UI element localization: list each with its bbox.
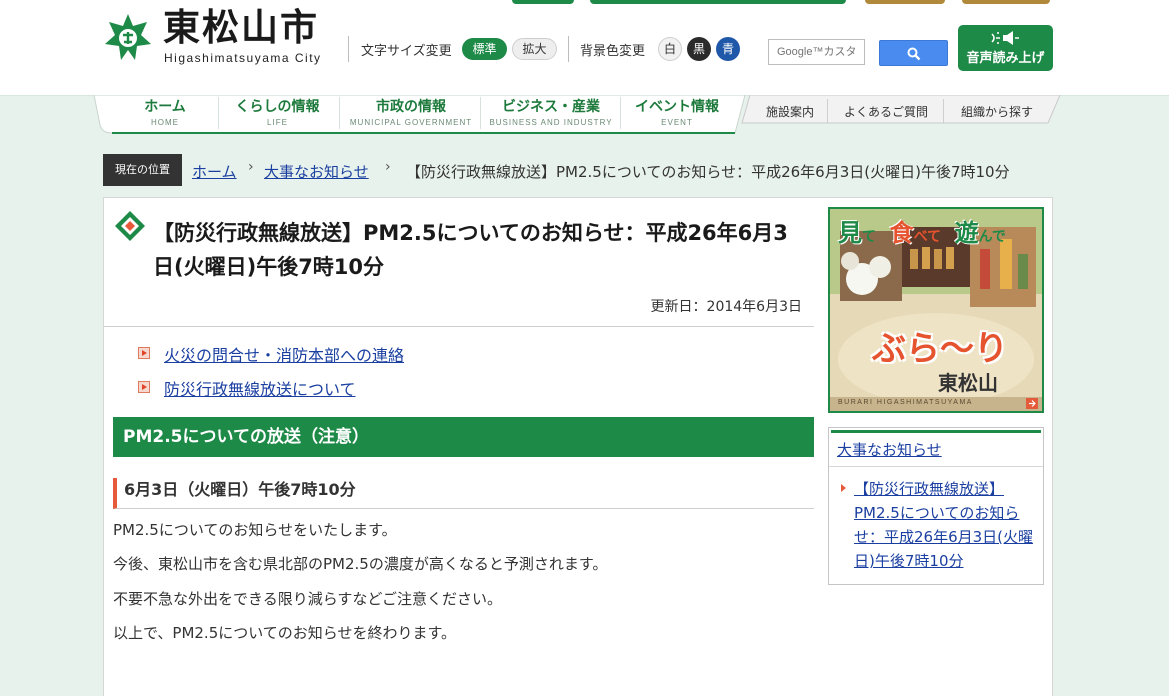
banner-text: 遊 [954, 219, 979, 247]
nav-label: 市政の情報 [376, 99, 446, 115]
banner-brand: ぶら〜り [872, 329, 1008, 369]
breadcrumb-notices-link[interactable]: 大事なお知らせ [264, 161, 369, 182]
top-decoration [512, 0, 574, 4]
banner-text: 食 [889, 219, 914, 247]
nav-sublabel: LIFE [267, 118, 288, 127]
nav-municipal[interactable]: 市政の情報 MUNICIPAL GOVERNMENT [342, 97, 480, 131]
banner-text: べて [913, 229, 942, 245]
nav-sublabel: HOME [151, 118, 179, 127]
paragraph: 不要不急な外出をできる限り減らすなどご注意ください。 [113, 590, 502, 608]
page-title: 【防災行政無線放送】PM2.5についてのお知らせ：平成26年6月3日(火曜日)午… [153, 221, 788, 279]
paragraph: 今後、東松山市を含む県北部のPM2.5の濃度が高くなると予測されます。 [113, 555, 608, 573]
section-heading: PM2.5についての放送（注意） [113, 417, 814, 457]
city-emblem-icon[interactable] [103, 12, 153, 62]
breadcrumb-label: 現在の位置 [103, 154, 182, 186]
sub-heading: 6月3日（火曜日）午後7時10分 [113, 478, 814, 509]
site-logo-subtitle: Higashimatsuyama City [164, 51, 322, 65]
nav-business[interactable]: ビジネス・産業 BUSINESS AND INDUSTRY [483, 97, 619, 131]
font-size-label: 文字サイズ変更 [361, 44, 452, 59]
notice-item-link[interactable]: 【防災行政無線放送】PM2.5についてのお知らせ：平成26年6月3日(火曜日)午… [854, 477, 1036, 573]
related-link[interactable]: 火災の問合せ・消防本部への連絡 [164, 342, 404, 366]
bg-blue-button[interactable]: 青 [716, 37, 740, 61]
font-standard-button[interactable]: 標準 [462, 38, 507, 60]
divider [829, 466, 1043, 467]
notice-heading-link[interactable]: 大事なお知らせ [837, 439, 942, 460]
divider [943, 99, 944, 123]
nav-label: ビジネス・産業 [502, 99, 600, 115]
banner-tagline: 見て 食べて 遊んで [838, 213, 1038, 247]
updated-date: 更新日：2014年6月3日 [650, 299, 802, 315]
banner-text: んで [978, 229, 1006, 245]
divider [480, 97, 481, 129]
breadcrumb: 現在の位置 ホーム › 大事なお知らせ › 【防災行政無線放送】PM2.5につい… [103, 154, 1063, 186]
nav-organization[interactable]: 組織から探す [947, 103, 1047, 123]
related-link[interactable]: 防災行政無線放送について [164, 376, 356, 400]
notice-top-bar [831, 430, 1041, 433]
voice-reader-label: 音声読み上げ [966, 51, 1045, 66]
banner-text: 見 [838, 219, 862, 247]
search-icon [907, 47, 921, 61]
nav-label: くらしの情報 [235, 99, 320, 115]
banner-text: て [862, 229, 876, 245]
global-nav: ホーム HOME くらしの情報 LIFE 市政の情報 MUNICIPAL GOV… [90, 95, 1061, 137]
paragraph: PM2.5についてのお知らせをいたします。 [113, 521, 397, 539]
nav-facilities[interactable]: 施設案内 [755, 103, 825, 123]
nav-sublabel: MUNICIPAL GOVERNMENT [349, 118, 473, 127]
bg-color-label: 背景色変更 [580, 44, 646, 59]
banner-footer: BURARI HIGASHIMATSUYAMA [838, 399, 973, 406]
bg-white-button[interactable]: 白 [658, 37, 682, 61]
divider [339, 97, 340, 129]
top-decoration [590, 0, 846, 4]
nav-event[interactable]: イベント情報 EVENT [622, 97, 732, 131]
arrow-right-icon [841, 484, 846, 492]
search-button[interactable] [879, 40, 948, 66]
nav-label: ホーム [144, 99, 186, 115]
site-logo-text[interactable]: 東松山市 [163, 6, 319, 50]
divider [827, 99, 828, 123]
banner-city: 東松山 [938, 371, 998, 395]
search-input[interactable] [768, 39, 865, 65]
top-decoration [865, 0, 945, 4]
breadcrumb-home-link[interactable]: ホーム [192, 161, 237, 182]
chevron-right-icon: › [385, 159, 391, 175]
font-large-button[interactable]: 拡大 [512, 38, 557, 60]
nav-sublabel: BUSINESS AND INDUSTRY [489, 118, 613, 127]
voice-reader-button[interactable]: 音声読み上げ [958, 25, 1053, 71]
burari-banner[interactable]: 見て 食べて 遊んで ぶら〜り 東松山 BURARI HIGASHIMATSUY… [828, 207, 1044, 413]
divider [348, 36, 349, 62]
divider [568, 36, 569, 62]
divider [104, 326, 814, 327]
main-content: 【防災行政無線放送】PM2.5についてのお知らせ：平成26年6月3日(火曜日)午… [103, 197, 1053, 696]
arrow-bullet-icon [138, 381, 150, 393]
divider [620, 97, 621, 129]
site-header: 東松山市 Higashimatsuyama City 文字サイズ変更 標準 拡大… [0, 0, 1169, 96]
nav-home[interactable]: ホーム HOME [125, 97, 205, 131]
nav-label: イベント情報 [635, 99, 719, 115]
top-decoration [962, 0, 1050, 4]
divider [218, 97, 219, 129]
paragraph: 以上で、PM2.5についてのお知らせを終わります。 [113, 624, 456, 642]
chevron-right-icon: › [248, 159, 254, 175]
diamond-icon [115, 211, 145, 241]
nav-faq[interactable]: よくあるご質問 [830, 103, 942, 123]
notice-box: 大事なお知らせ 【防災行政無線放送】PM2.5についてのお知らせ：平成26年6月… [828, 427, 1044, 585]
nav-sublabel: EVENT [661, 118, 693, 127]
arrow-bullet-icon [138, 347, 150, 359]
nav-life[interactable]: くらしの情報 LIFE [220, 97, 335, 131]
speaker-icon [991, 31, 1019, 45]
bg-black-button[interactable]: 黒 [687, 37, 711, 61]
breadcrumb-current: 【防災行政無線放送】PM2.5についてのお知らせ：平成26年6月3日(火曜日)午… [406, 163, 1010, 181]
